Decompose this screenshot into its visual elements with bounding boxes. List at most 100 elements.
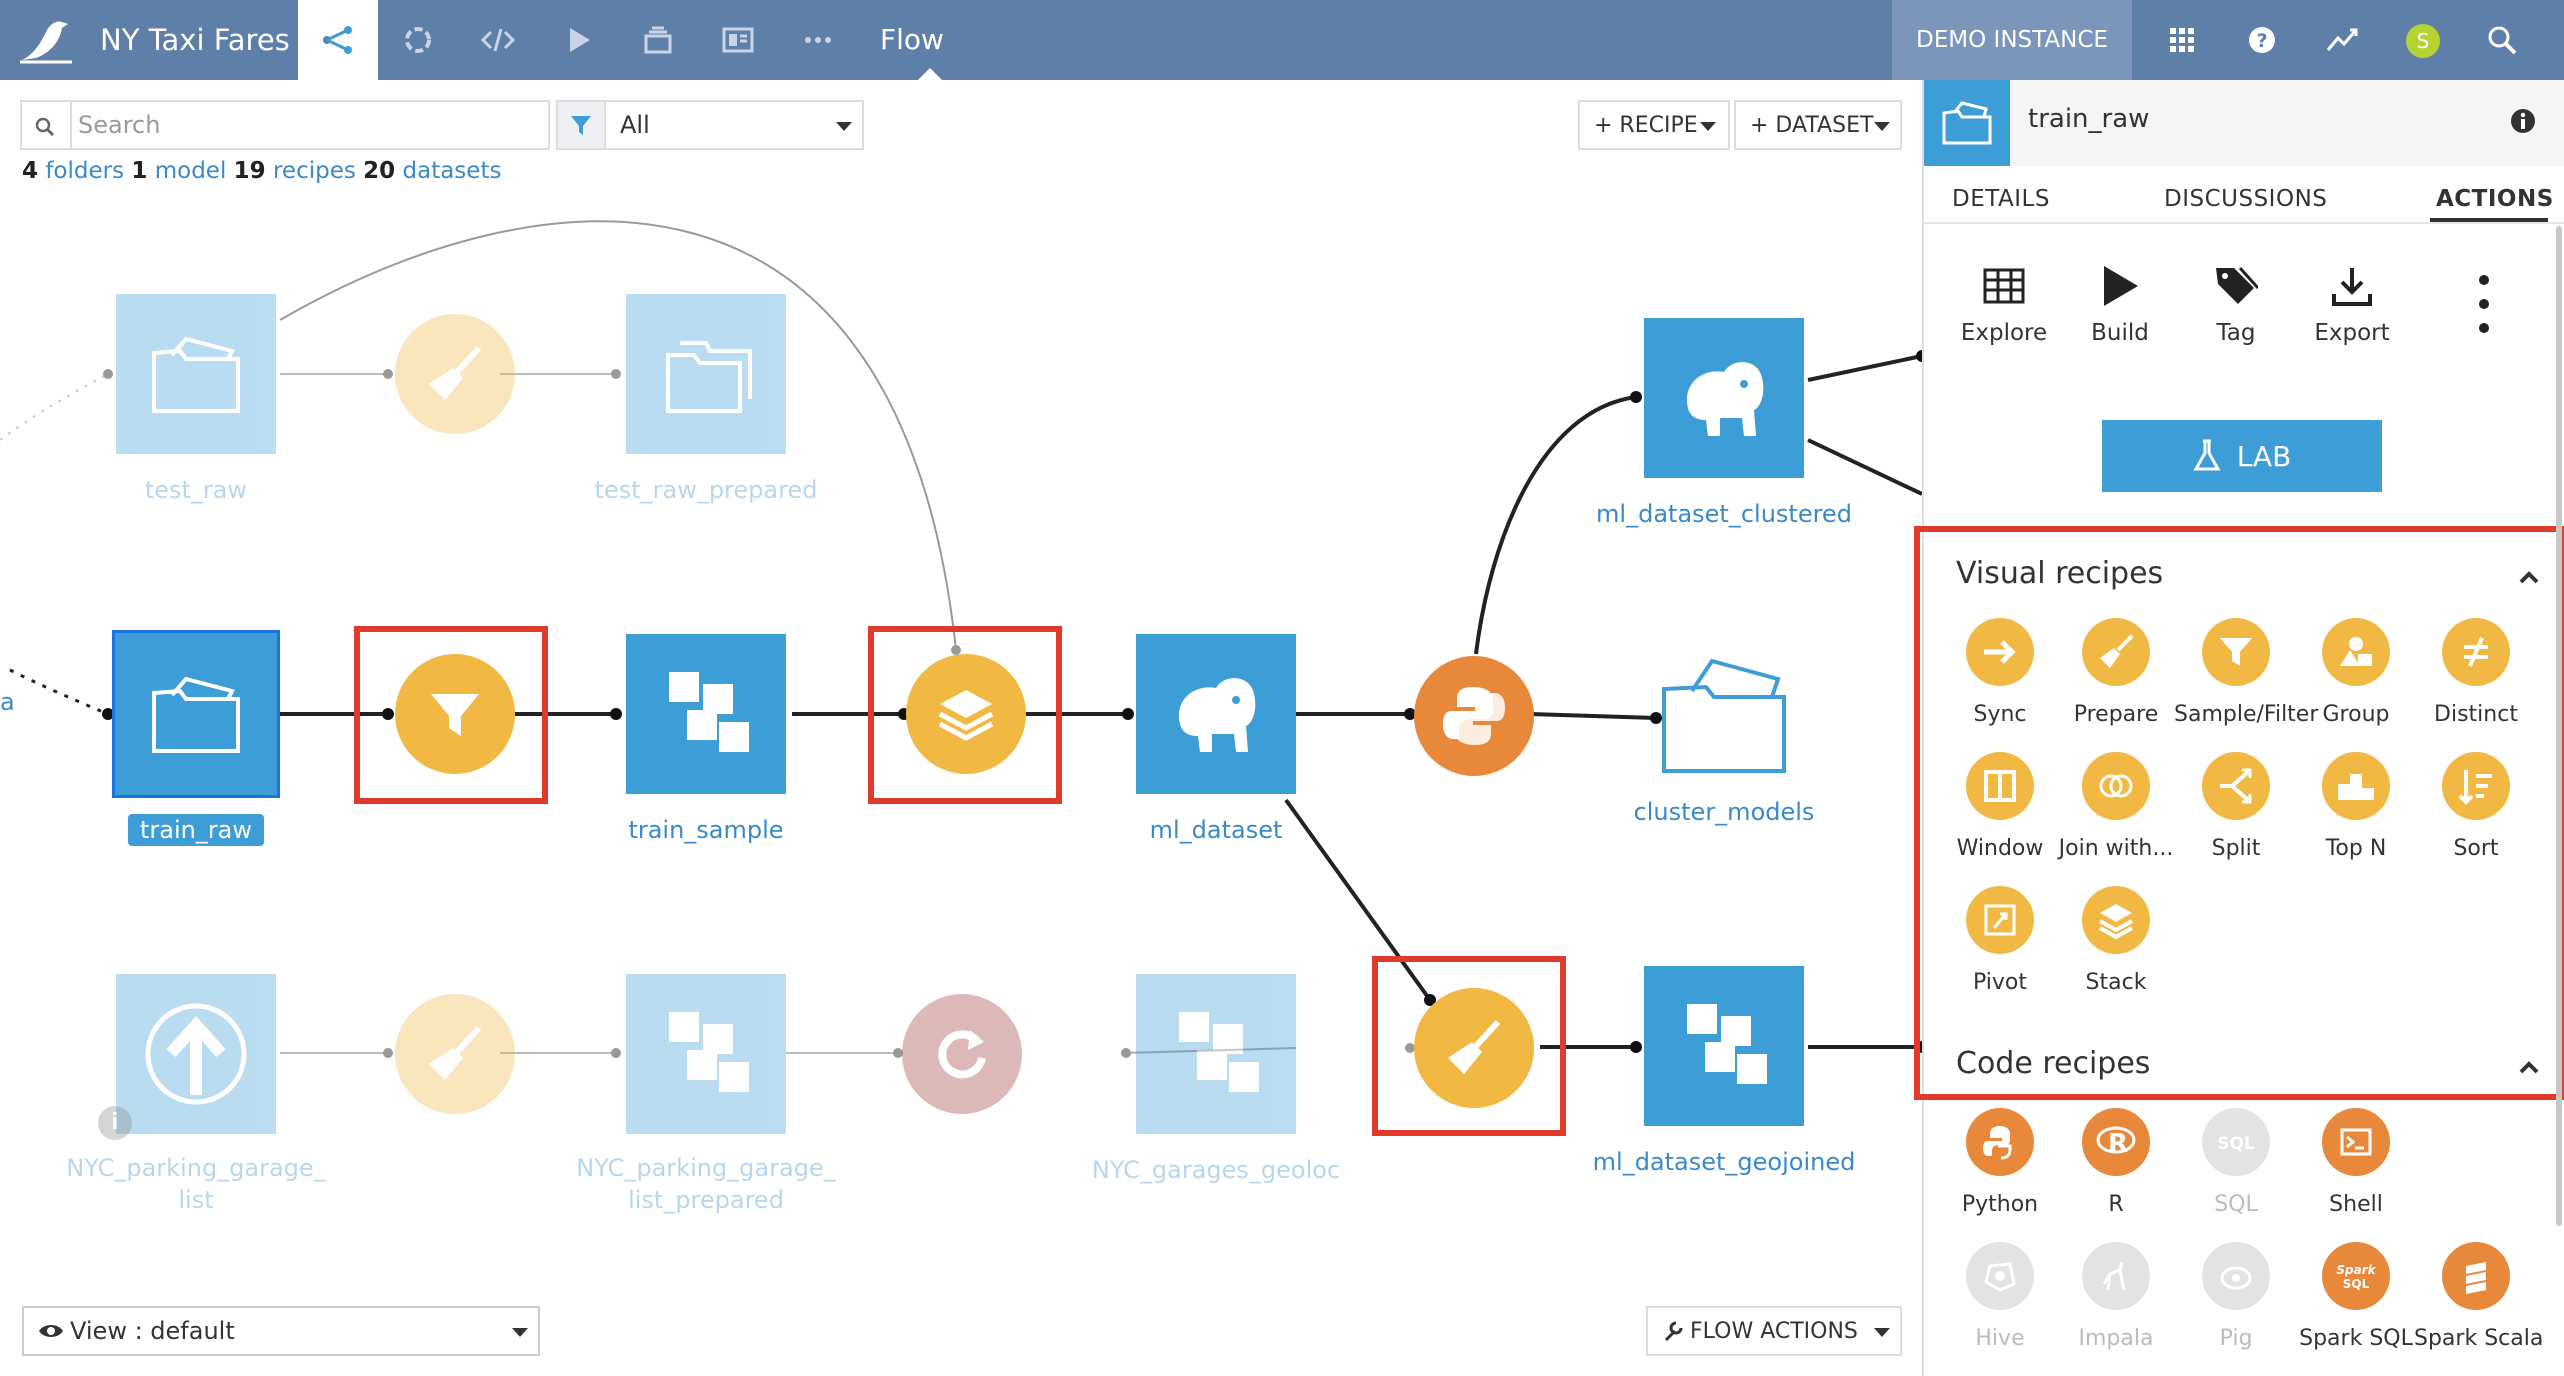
nyc-parking-garage-list-label-line1: NYC_parking_garage_ (66, 1154, 326, 1182)
tag-action[interactable]: Tag (2186, 264, 2286, 346)
recipe-prepare-label: Prepare (2073, 702, 2159, 727)
recipe-sample-filter[interactable]: Sample/Filter (2174, 618, 2318, 727)
recipe-prepare[interactable]: Prepare (2054, 618, 2178, 727)
stack-recipe[interactable] (906, 654, 1026, 774)
svg-text:Spark: Spark (2336, 1263, 2376, 1277)
test-raw-prepared-folder[interactable] (626, 294, 786, 454)
nyc-garages-geoloc-label[interactable]: NYC_garages_geoloc (1076, 1154, 1356, 1186)
python-recipe[interactable] (1414, 656, 1534, 776)
recipe-pig[interactable]: Pig (2174, 1242, 2298, 1351)
filter-icon (431, 694, 479, 736)
recipe-group[interactable]: Group (2294, 618, 2418, 727)
train-raw-folder[interactable] (112, 630, 280, 798)
recipe-sql[interactable]: SQL SQL (2174, 1108, 2298, 1217)
dss-flow-screen: NY Taxi Fares Flow DEMO INSTANCE ? S Sea… (0, 0, 2564, 1376)
play-icon (2104, 266, 2138, 306)
user-avatar[interactable]: S (2406, 24, 2440, 58)
recipe-sort[interactable]: Sort (2414, 752, 2538, 861)
broom-icon (429, 1025, 482, 1080)
recipe-impala[interactable]: Impala (2054, 1242, 2178, 1351)
activity-icon[interactable] (2302, 0, 2382, 80)
recipe-r[interactable]: R R (2054, 1108, 2178, 1217)
recipe-pivot[interactable]: Pivot (1938, 886, 2062, 995)
ml-dataset-label[interactable]: ml_dataset (1096, 814, 1336, 846)
recipe-pig-label: Pig (2219, 1326, 2253, 1351)
recipe-window-label: Window (1956, 836, 2044, 861)
info-icon[interactable] (2508, 106, 2538, 136)
test-raw-prepared-label[interactable]: test_raw_prepared (586, 474, 826, 506)
tab-details[interactable]: DETAILS (1952, 186, 2050, 212)
chevron-down-icon (512, 1328, 528, 1337)
recipe-sync-label: Sync (1973, 702, 2027, 727)
spark-sql-icon: Spark SQL (2322, 1242, 2390, 1310)
sample-filter-recipe[interactable] (395, 654, 515, 774)
recipe-hive[interactable]: Hive (1938, 1242, 2062, 1351)
train-sample-label[interactable]: train_sample (586, 814, 826, 846)
ml-dataset-clustered-label[interactable]: ml_dataset_clustered (1584, 498, 1864, 530)
recipe-window[interactable]: Window (1938, 752, 2062, 861)
ml-dataset-geojoined-label[interactable]: ml_dataset_geojoined (1584, 1146, 1864, 1178)
nyc-parking-garage-list-prepared-dataset[interactable] (626, 974, 786, 1134)
apps-grid-icon[interactable] (2142, 0, 2222, 80)
ml-dataset[interactable] (1136, 634, 1296, 794)
tab-discussions[interactable]: DISCUSSIONS (2164, 186, 2327, 212)
ml-dataset-geojoined[interactable] (1644, 966, 1804, 1126)
test-raw-label[interactable]: test_raw (96, 474, 296, 506)
export-action[interactable]: Export (2302, 264, 2402, 346)
more-vertical-icon[interactable] (2472, 270, 2496, 340)
folder-icon (152, 676, 240, 753)
recipe-sync[interactable]: Sync (1938, 618, 2062, 727)
view-select[interactable]: View : default (22, 1306, 540, 1356)
hive-icon (1966, 1242, 2034, 1310)
explore-action[interactable]: Explore (1954, 264, 2054, 346)
garage-prepare-recipe[interactable] (395, 994, 515, 1114)
geocode-recipe[interactable] (902, 994, 1022, 1114)
nyc-parking-garage-list-prepared-label[interactable]: NYC_parking_garage_ list_prepared (566, 1152, 846, 1216)
svg-text:R: R (2108, 1129, 2128, 1159)
cubes-icon (669, 1012, 749, 1092)
recipe-top-n[interactable]: Top N (2294, 752, 2418, 861)
build-action[interactable]: Build (2070, 264, 2170, 346)
chevron-up-icon[interactable] (2514, 562, 2544, 592)
panel-header: train_raw (1924, 80, 2564, 166)
recipe-python[interactable]: Python (1938, 1108, 2062, 1217)
pivot-icon (1966, 886, 2034, 954)
global-search-icon[interactable] (2462, 0, 2542, 80)
lab-button[interactable]: LAB (2102, 420, 2382, 492)
tab-actions[interactable]: ACTIONS (2436, 186, 2554, 212)
instance-label[interactable]: DEMO INSTANCE (1892, 0, 2132, 80)
test-prepare-recipe[interactable] (395, 314, 515, 434)
info-icon[interactable]: i (98, 1106, 132, 1140)
train-raw-label[interactable]: train_raw (128, 814, 264, 846)
recipe-spark-sql[interactable]: Spark SQL Spark SQL (2294, 1242, 2418, 1351)
upload-icon (145, 1003, 247, 1105)
recipe-distinct[interactable]: Distinct (2414, 618, 2538, 727)
recipe-split[interactable]: Split (2174, 752, 2298, 861)
flow-actions-button[interactable]: FLOW ACTIONS (1646, 1306, 1902, 1356)
folder-icon (1924, 80, 2010, 166)
geojoin-prepare-recipe[interactable] (1414, 988, 1534, 1108)
view-select-label: View : default (70, 1317, 235, 1345)
help-icon[interactable]: ? (2222, 0, 2302, 80)
ml-dataset-clustered[interactable] (1644, 318, 1804, 478)
test-raw-folder[interactable] (116, 294, 276, 454)
panel-scrollbar[interactable] (2556, 226, 2562, 1226)
active-tab-indicator (2430, 218, 2548, 222)
recipe-shell[interactable]: Shell (2294, 1108, 2418, 1217)
cluster-models-folder[interactable] (1644, 634, 1804, 794)
join-icon (2082, 752, 2150, 820)
nyc-garages-geoloc-dataset[interactable] (1136, 974, 1296, 1134)
recipe-spark-scala[interactable]: Spark Scala (2414, 1242, 2543, 1351)
train-sample-dataset[interactable] (626, 634, 786, 794)
chevron-up-icon[interactable] (2514, 1052, 2544, 1082)
recipe-top-n-label: Top N (2325, 836, 2387, 861)
cluster-models-label[interactable]: cluster_models (1604, 796, 1844, 828)
recipe-join[interactable]: Join with... (2054, 752, 2178, 861)
tag-icon (2216, 266, 2258, 304)
nyc-parking-garage-list-label[interactable]: NYC_parking_garage_ list (56, 1152, 336, 1216)
table-icon (1983, 268, 2025, 304)
impala-icon (2082, 1242, 2150, 1310)
recipe-stack[interactable]: Stack (2054, 886, 2178, 995)
recipe-pivot-label: Pivot (1972, 970, 2027, 995)
nyc-parking-garage-list-dataset[interactable] (116, 974, 276, 1134)
